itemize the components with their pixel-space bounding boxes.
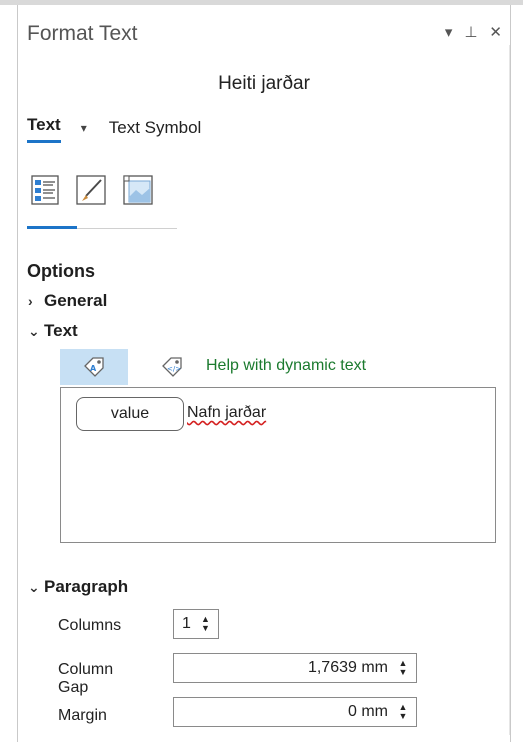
insert-attribute-button[interactable]: A <box>60 349 128 385</box>
dynamic-text-toolbar: A </> Help with dynamic text <box>60 349 470 385</box>
spin-arrows-icon[interactable]: ▲ ▼ <box>394 659 412 677</box>
svg-text:A: A <box>90 364 97 373</box>
text-editor[interactable]: value Nafn jarðar <box>60 387 496 543</box>
icon-tab-divider <box>77 228 177 229</box>
chevron-down-icon[interactable]: ▾ <box>445 23 453 41</box>
pin-icon[interactable]: ⊥ <box>464 23 477 41</box>
pane-title: Format Text <box>27 22 138 45</box>
column-gap-stepper[interactable]: 1,7639 mm ▲ ▼ <box>173 653 417 683</box>
paragraph-section-label: Paragraph <box>44 577 129 596</box>
general-section-label: General <box>44 291 108 310</box>
text-section-header[interactable]: ⌄ Text <box>28 321 78 341</box>
tab-strip: Text ▾ Text Symbol <box>27 115 202 143</box>
format-text-pane: Format Text ▾ ⊥ ✕ Heiti jarðar Text ▾ Te… <box>17 5 511 742</box>
tab-text[interactable]: Text <box>27 115 61 143</box>
close-icon[interactable]: ✕ <box>489 23 502 41</box>
spin-arrows-icon[interactable]: ▲ ▼ <box>197 615 214 633</box>
margin-stepper[interactable]: 0 mm ▲ ▼ <box>173 697 417 727</box>
properties-list-icon[interactable] <box>28 173 62 207</box>
margin-value: 0 mm <box>348 703 388 720</box>
columns-stepper[interactable]: 1 ▲ ▼ <box>173 609 219 639</box>
tab-dropdown-icon[interactable]: ▾ <box>81 121 87 135</box>
help-dynamic-text-link[interactable]: Help with dynamic text <box>206 357 366 375</box>
chevron-down-icon: ⌄ <box>28 322 40 339</box>
frame-icon[interactable] <box>121 173 155 207</box>
tab-text-symbol[interactable]: Text Symbol <box>109 118 202 138</box>
element-name: Heiti jarðar <box>218 73 310 94</box>
pane-controls: ▾ ⊥ ✕ <box>445 23 502 41</box>
columns-value: 1 <box>182 615 191 632</box>
column-gap-value: 1,7639 mm <box>307 659 388 676</box>
tag-icon: A <box>84 357 104 377</box>
spin-arrows-icon[interactable]: ▲ ▼ <box>394 703 412 721</box>
text-section-label: Text <box>44 321 78 340</box>
options-heading: Options <box>27 261 95 281</box>
chevron-down-icon: ⌄ <box>28 578 40 595</box>
icon-tab-selection-bar <box>27 226 77 229</box>
paintbrush-icon[interactable] <box>74 173 108 207</box>
svg-text:</>: </> <box>167 365 181 373</box>
insert-dynamic-text-button[interactable]: </> <box>138 349 206 385</box>
scroll-edge <box>509 45 510 735</box>
general-section-header[interactable]: › General <box>28 291 107 311</box>
dynamic-tag-icon: </> <box>162 357 182 377</box>
value-token[interactable]: value <box>76 397 184 431</box>
chevron-right-icon: › <box>28 293 33 309</box>
icon-tab-strip <box>27 173 177 233</box>
text-content[interactable]: Nafn jarðar <box>187 404 266 422</box>
paragraph-section-header[interactable]: ⌄ Paragraph <box>28 577 128 597</box>
